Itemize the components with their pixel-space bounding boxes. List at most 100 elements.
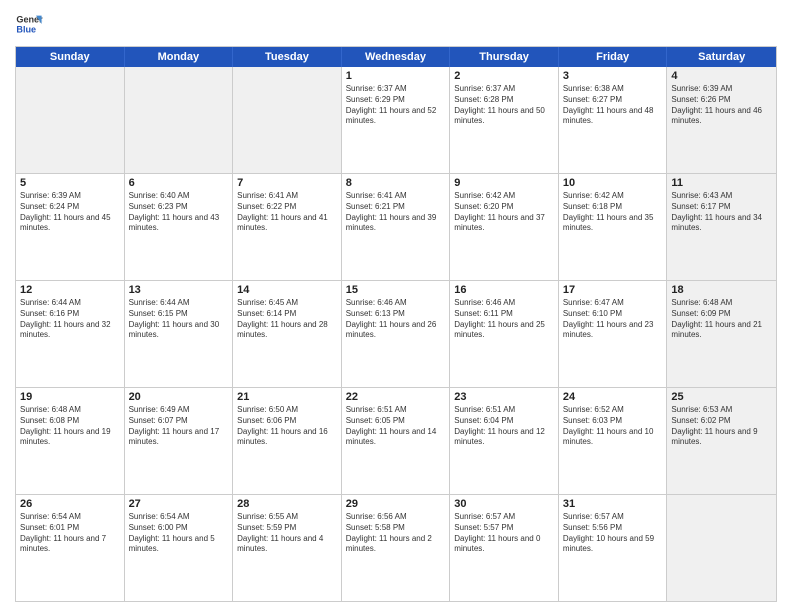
cal-cell bbox=[125, 67, 234, 173]
cell-info: Sunrise: 6:44 AMSunset: 6:15 PMDaylight:… bbox=[129, 298, 229, 341]
day-number: 27 bbox=[129, 498, 229, 510]
day-number: 30 bbox=[454, 498, 554, 510]
cell-info: Sunrise: 6:54 AMSunset: 6:00 PMDaylight:… bbox=[129, 512, 229, 555]
calendar-body: 1 Sunrise: 6:37 AMSunset: 6:29 PMDaylight… bbox=[16, 67, 776, 601]
day-number: 29 bbox=[346, 498, 446, 510]
cell-info: Sunrise: 6:52 AMSunset: 6:03 PMDaylight:… bbox=[563, 405, 663, 448]
day-number: 14 bbox=[237, 284, 337, 296]
cell-info: Sunrise: 6:54 AMSunset: 6:01 PMDaylight:… bbox=[20, 512, 120, 555]
day-number: 16 bbox=[454, 284, 554, 296]
day-number: 23 bbox=[454, 391, 554, 403]
cell-info: Sunrise: 6:55 AMSunset: 5:59 PMDaylight:… bbox=[237, 512, 337, 555]
cell-info: Sunrise: 6:42 AMSunset: 6:18 PMDaylight:… bbox=[563, 191, 663, 234]
day-number: 10 bbox=[563, 177, 663, 189]
cal-cell: 12Sunrise: 6:44 AMSunset: 6:16 PMDayligh… bbox=[16, 281, 125, 387]
day-number: 3 bbox=[563, 70, 663, 82]
logo-icon: General Blue bbox=[15, 10, 43, 38]
cal-cell: 7 Sunrise: 6:41 AMSunset: 6:22 PMDaylight… bbox=[233, 174, 342, 280]
day-number: 15 bbox=[346, 284, 446, 296]
cal-cell: 23 Sunrise: 6:51 AMSunset: 6:04 PMDayligh… bbox=[450, 388, 559, 494]
cal-cell: 31 Sunrise: 6:57 AMSunset: 5:56 PMDayligh… bbox=[559, 495, 668, 601]
day-number: 2 bbox=[454, 70, 554, 82]
header-day-wednesday: Wednesday bbox=[342, 47, 451, 67]
cal-cell: 15 Sunrise: 6:46 AMSunset: 6:13 PMDayligh… bbox=[342, 281, 451, 387]
day-number: 21 bbox=[237, 391, 337, 403]
cell-info: Sunrise: 6:51 AMSunset: 6:04 PMDaylight:… bbox=[454, 405, 554, 448]
cal-cell: 1 Sunrise: 6:37 AMSunset: 6:29 PMDaylight… bbox=[342, 67, 451, 173]
cal-cell bbox=[667, 495, 776, 601]
cal-cell: 5Sunrise: 6:39 AMSunset: 6:24 PMDaylight… bbox=[16, 174, 125, 280]
cell-info: Sunrise: 6:42 AMSunset: 6:20 PMDaylight:… bbox=[454, 191, 554, 234]
day-number: 24 bbox=[563, 391, 663, 403]
cal-cell: 28 Sunrise: 6:55 AMSunset: 5:59 PMDayligh… bbox=[233, 495, 342, 601]
day-number: 25 bbox=[671, 391, 772, 403]
header-day-saturday: Saturday bbox=[667, 47, 776, 67]
cal-cell: 24 Sunrise: 6:52 AMSunset: 6:03 PMDayligh… bbox=[559, 388, 668, 494]
day-number: 8 bbox=[346, 177, 446, 189]
header-day-friday: Friday bbox=[559, 47, 668, 67]
cell-info: Sunrise: 6:50 AMSunset: 6:06 PMDaylight:… bbox=[237, 405, 337, 448]
day-number: 28 bbox=[237, 498, 337, 510]
header-day-monday: Monday bbox=[125, 47, 234, 67]
cal-cell: 26 Sunrise: 6:54 AMSunset: 6:01 PMDayligh… bbox=[16, 495, 125, 601]
cell-info: Sunrise: 6:39 AMSunset: 6:24 PMDaylight:… bbox=[20, 191, 120, 234]
cell-info: Sunrise: 6:41 AMSunset: 6:21 PMDaylight:… bbox=[346, 191, 446, 234]
cal-cell: 11 Sunrise: 6:43 AMSunset: 6:17 PMDayligh… bbox=[667, 174, 776, 280]
cal-row-1: 5Sunrise: 6:39 AMSunset: 6:24 PMDaylight… bbox=[16, 174, 776, 281]
day-number: 19 bbox=[20, 391, 120, 403]
cal-row-0: 1 Sunrise: 6:37 AMSunset: 6:29 PMDaylight… bbox=[16, 67, 776, 174]
day-number: 13 bbox=[129, 284, 229, 296]
cal-cell: 14 Sunrise: 6:45 AMSunset: 6:14 PMDayligh… bbox=[233, 281, 342, 387]
cal-row-3: 19 Sunrise: 6:48 AMSunset: 6:08 PMDayligh… bbox=[16, 388, 776, 495]
cell-info: Sunrise: 6:46 AMSunset: 6:13 PMDaylight:… bbox=[346, 298, 446, 341]
day-number: 18 bbox=[671, 284, 772, 296]
cal-cell: 8 Sunrise: 6:41 AMSunset: 6:21 PMDaylight… bbox=[342, 174, 451, 280]
cell-info: Sunrise: 6:48 AMSunset: 6:09 PMDaylight:… bbox=[671, 298, 772, 341]
cell-info: Sunrise: 6:37 AMSunset: 6:29 PMDaylight:… bbox=[346, 84, 446, 127]
cal-cell: 6Sunrise: 6:40 AMSunset: 6:23 PMDaylight… bbox=[125, 174, 234, 280]
day-number: 6 bbox=[129, 177, 229, 189]
cal-cell: 2 Sunrise: 6:37 AMSunset: 6:28 PMDaylight… bbox=[450, 67, 559, 173]
cell-info: Sunrise: 6:38 AMSunset: 6:27 PMDaylight:… bbox=[563, 84, 663, 127]
cell-info: Sunrise: 6:57 AMSunset: 5:56 PMDaylight:… bbox=[563, 512, 663, 555]
page-header: General Blue bbox=[15, 10, 777, 38]
cal-cell: 18 Sunrise: 6:48 AMSunset: 6:09 PMDayligh… bbox=[667, 281, 776, 387]
day-number: 22 bbox=[346, 391, 446, 403]
cell-info: Sunrise: 6:47 AMSunset: 6:10 PMDaylight:… bbox=[563, 298, 663, 341]
cell-info: Sunrise: 6:39 AMSunset: 6:26 PMDaylight:… bbox=[671, 84, 772, 127]
cal-cell: 22Sunrise: 6:51 AMSunset: 6:05 PMDayligh… bbox=[342, 388, 451, 494]
header-day-sunday: Sunday bbox=[16, 47, 125, 67]
cal-cell: 3 Sunrise: 6:38 AMSunset: 6:27 PMDaylight… bbox=[559, 67, 668, 173]
cell-info: Sunrise: 6:49 AMSunset: 6:07 PMDaylight:… bbox=[129, 405, 229, 448]
logo: General Blue bbox=[15, 10, 43, 38]
header-day-thursday: Thursday bbox=[450, 47, 559, 67]
cal-cell: 16Sunrise: 6:46 AMSunset: 6:11 PMDayligh… bbox=[450, 281, 559, 387]
day-number: 26 bbox=[20, 498, 120, 510]
day-number: 7 bbox=[237, 177, 337, 189]
header-day-tuesday: Tuesday bbox=[233, 47, 342, 67]
cell-info: Sunrise: 6:53 AMSunset: 6:02 PMDaylight:… bbox=[671, 405, 772, 448]
cal-cell: 29 Sunrise: 6:56 AMSunset: 5:58 PMDayligh… bbox=[342, 495, 451, 601]
cell-info: Sunrise: 6:41 AMSunset: 6:22 PMDaylight:… bbox=[237, 191, 337, 234]
day-number: 17 bbox=[563, 284, 663, 296]
cell-info: Sunrise: 6:44 AMSunset: 6:16 PMDaylight:… bbox=[20, 298, 120, 341]
cal-cell: 13 Sunrise: 6:44 AMSunset: 6:15 PMDayligh… bbox=[125, 281, 234, 387]
cell-info: Sunrise: 6:45 AMSunset: 6:14 PMDaylight:… bbox=[237, 298, 337, 341]
svg-text:Blue: Blue bbox=[16, 24, 36, 34]
day-number: 1 bbox=[346, 70, 446, 82]
cal-cell bbox=[233, 67, 342, 173]
cell-info: Sunrise: 6:43 AMSunset: 6:17 PMDaylight:… bbox=[671, 191, 772, 234]
cal-cell: 20Sunrise: 6:49 AMSunset: 6:07 PMDayligh… bbox=[125, 388, 234, 494]
cal-cell: 19 Sunrise: 6:48 AMSunset: 6:08 PMDayligh… bbox=[16, 388, 125, 494]
cal-row-2: 12Sunrise: 6:44 AMSunset: 6:16 PMDayligh… bbox=[16, 281, 776, 388]
cal-cell: 25 Sunrise: 6:53 AMSunset: 6:02 PMDayligh… bbox=[667, 388, 776, 494]
cell-info: Sunrise: 6:48 AMSunset: 6:08 PMDaylight:… bbox=[20, 405, 120, 448]
day-number: 9 bbox=[454, 177, 554, 189]
day-number: 4 bbox=[671, 70, 772, 82]
day-number: 11 bbox=[671, 177, 772, 189]
cal-cell: 10 Sunrise: 6:42 AMSunset: 6:18 PMDayligh… bbox=[559, 174, 668, 280]
cell-info: Sunrise: 6:37 AMSunset: 6:28 PMDaylight:… bbox=[454, 84, 554, 127]
cell-info: Sunrise: 6:56 AMSunset: 5:58 PMDaylight:… bbox=[346, 512, 446, 555]
day-number: 31 bbox=[563, 498, 663, 510]
cal-cell: 4 Sunrise: 6:39 AMSunset: 6:26 PMDaylight… bbox=[667, 67, 776, 173]
